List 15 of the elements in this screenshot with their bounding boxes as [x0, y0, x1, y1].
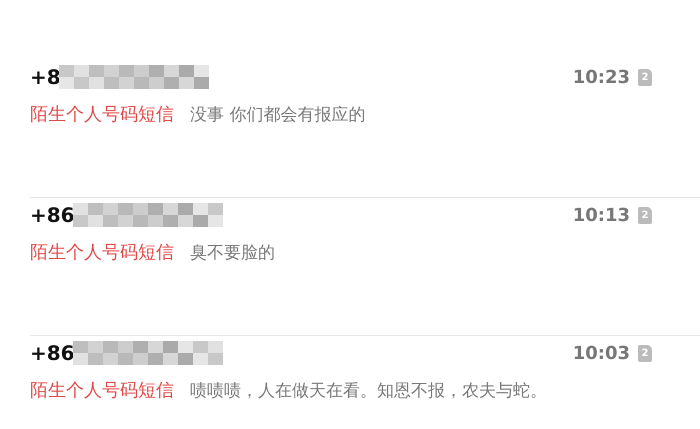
message-tag: 陌生个人号码短信	[30, 102, 174, 126]
message-time: 10:03	[572, 342, 630, 364]
message-preview: 没事 你们都会有报应的	[190, 104, 366, 126]
message-preview: 臭不要脸的	[190, 242, 275, 264]
message-preview: 啧啧啧，人在做天在看。知恩不报，农夫与蛇。	[190, 380, 547, 402]
sim-badge: 2	[638, 344, 652, 362]
sim-badge: 2	[638, 206, 652, 224]
sender-number: +86	[30, 203, 75, 227]
sim-badge: 2	[638, 68, 652, 86]
message-time: 10:23	[572, 66, 630, 88]
sender-number: +86	[30, 341, 75, 365]
sender-number: +8	[30, 65, 61, 89]
message-tag: 陌生个人号码短信	[30, 240, 174, 264]
message-time: 10:13	[572, 204, 630, 226]
message-tag: 陌生个人号码短信	[30, 378, 174, 402]
